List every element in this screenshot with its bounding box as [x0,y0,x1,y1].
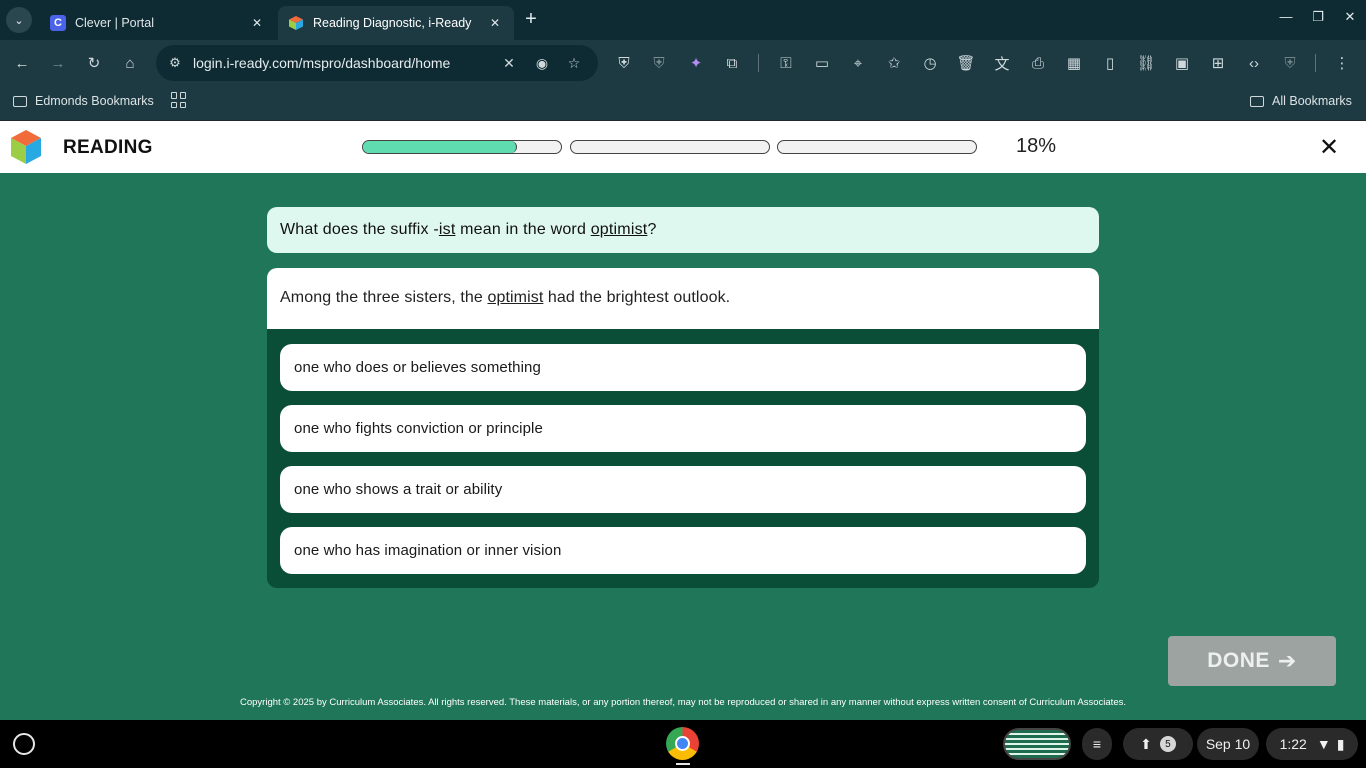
progress-percent: 18% [1016,135,1057,157]
muted-sound-icon[interactable]: ✕ [498,52,520,74]
eye-icon[interactable]: ◉ [531,52,553,74]
key-icon[interactable]: ⚿ [775,52,797,74]
question-mark: ? [647,221,657,238]
question-area: What does the suffix -ist mean in the wo… [0,173,1366,720]
cast-devices-icon[interactable]: ▣ [1171,52,1193,74]
date-text: Sep 10 [1205,736,1251,752]
time-text: 1:22 [1279,736,1307,752]
close-window-icon[interactable]: ✕ [1340,9,1360,25]
toolbar-divider [1315,54,1316,72]
iready-logo-icon [11,130,41,164]
qr-code-icon[interactable]: ▦ [1063,52,1085,74]
bookmark-star-icon[interactable]: ✩ [883,52,905,74]
answer-choice-2[interactable]: one who fights conviction or principle [280,405,1086,452]
close-icon[interactable]: ✕ [486,16,504,30]
clever-favicon-icon: C [50,15,66,31]
running-indicator [676,763,690,765]
print-icon[interactable]: ⎙ [1027,52,1049,74]
browser-tab-strip: ⌄ C Clever | Portal ✕ Reading Diagnostic… [0,0,1366,40]
browser-toolbar: ← → ↻ ⌂ ⚙ login.i-ready.com/mspro/dashbo… [0,40,1366,86]
puzzle-extension-icon[interactable]: ✦ [685,52,707,74]
shield-extension-icon[interactable]: ⛨ [613,52,635,74]
answer-choice-3[interactable]: one who shows a trait or ability [280,466,1086,513]
folder-icon [1250,95,1264,107]
incognito-icon[interactable]: ⛨ [1279,52,1301,74]
toolbar-divider [758,54,759,72]
tab-title: Reading Diagnostic, i-Ready [313,16,472,30]
site-settings-icon[interactable]: ⚙ [164,52,186,74]
done-button[interactable]: DONE ➔ [1168,636,1336,686]
underlined-word: optimist [590,221,648,238]
restore-window-icon[interactable]: ❐ [1308,9,1328,25]
upload-icon: ⬆ [1140,735,1152,752]
layout-icon[interactable]: ⊞ [1207,52,1229,74]
answer-card: Among the three sisters, the optimist ha… [267,268,1099,588]
location-pin-icon[interactable]: ⌖ [847,52,869,74]
close-icon[interactable]: ✕ [248,16,266,30]
copyright-footer: Copyright © 2025 by Curriculum Associate… [240,697,1126,708]
sentence-text: Among the three sisters, the [280,289,488,306]
star-bookmark-icon[interactable]: ☆ [563,52,585,74]
more-menu-icon[interactable]: ⋮ [1331,52,1353,74]
bookmark-label: Edmonds Bookmarks [35,94,154,108]
battery-icon: ▮ [1336,735,1345,752]
context-sentence: Among the three sisters, the optimist ha… [267,268,1099,329]
shield-outline-icon[interactable]: ⛨ [648,52,670,74]
folder-icon [13,95,27,107]
underlined-word: optimist [487,289,544,306]
answer-choice-4[interactable]: one who has imagination or inner vision [280,527,1086,574]
progress-segment [570,140,770,154]
date-pod[interactable]: Sep 10 [1197,728,1259,760]
tab-clever-portal[interactable]: C Clever | Portal ✕ [40,6,276,40]
arrow-right-icon: ➔ [1277,648,1297,673]
new-tab-plus-icon[interactable]: + [520,9,542,31]
minimize-icon[interactable]: — [1276,9,1296,24]
iready-favicon-icon [289,16,303,30]
apps-grid-icon[interactable] [171,92,187,108]
home-icon[interactable]: ⌂ [119,52,141,74]
trash-icon[interactable]: 🗑 [955,52,977,74]
media-queue-icon[interactable]: ≡ [1082,728,1112,760]
progress-segment [777,140,977,154]
back-arrow-icon[interactable]: ← [11,52,33,74]
reading-mode-icon[interactable]: ▯ [1099,52,1121,74]
status-tray[interactable]: 1:22 ▼ ▮ [1266,728,1358,760]
notification-pod[interactable]: ⬆ 5 [1123,728,1193,760]
forward-arrow-icon[interactable]: → [47,52,69,74]
question-text: What does the suffix - [280,221,439,238]
bookmark-folder-edmonds[interactable]: Edmonds Bookmarks [13,94,154,108]
translate-icon[interactable]: 文 [991,52,1013,74]
code-icon[interactable]: ‹› [1243,52,1265,74]
assessment-header: READING 18% [0,121,1366,173]
sentence-text: had the brightest outlook. [543,289,731,306]
progress-segment [362,140,562,154]
done-label: DONE [1207,649,1270,672]
history-icon[interactable]: ◷ [919,52,941,74]
credit-card-icon[interactable]: ▭ [811,52,833,74]
progress-fill [363,141,518,153]
tab-search-chevron-icon[interactable]: ⌄ [6,7,32,33]
os-shelf: ≡ ⬆ 5 Sep 10 1:22 ▼ ▮ [0,720,1366,768]
url-text[interactable]: login.i-ready.com/mspro/dashboard/home [193,55,450,71]
subject-title: READING [63,137,153,158]
notification-count-badge: 5 [1159,736,1176,752]
all-bookmarks-folder[interactable]: All Bookmarks [1250,94,1352,108]
chrome-browser-icon[interactable] [666,727,699,760]
question-text: mean in the word [455,221,591,238]
wifi-icon: ▼ [1316,736,1331,752]
underlined-suffix: ist [438,221,456,238]
bookmarks-bar: Edmonds Bookmarks All Bookmarks [0,86,1366,120]
window-thumbnail[interactable] [1003,728,1071,760]
address-bar[interactable]: ⚙ login.i-ready.com/mspro/dashboard/home… [156,45,598,81]
tab-title: Clever | Portal [75,16,154,30]
link-icon[interactable]: ⛓ [1135,52,1157,74]
answer-choice-1[interactable]: one who does or believes something [280,344,1086,391]
reload-icon[interactable]: ↻ [83,52,105,74]
question-prompt: What does the suffix -ist mean in the wo… [267,207,1099,253]
exit-close-icon[interactable]: ✕ [1316,133,1342,161]
extensions-icon[interactable]: ⧉ [721,52,743,74]
launcher-circle-icon[interactable] [13,733,35,755]
bookmark-label: All Bookmarks [1272,94,1352,108]
tab-reading-diagnostic[interactable]: Reading Diagnostic, i-Ready ✕ [278,6,514,40]
